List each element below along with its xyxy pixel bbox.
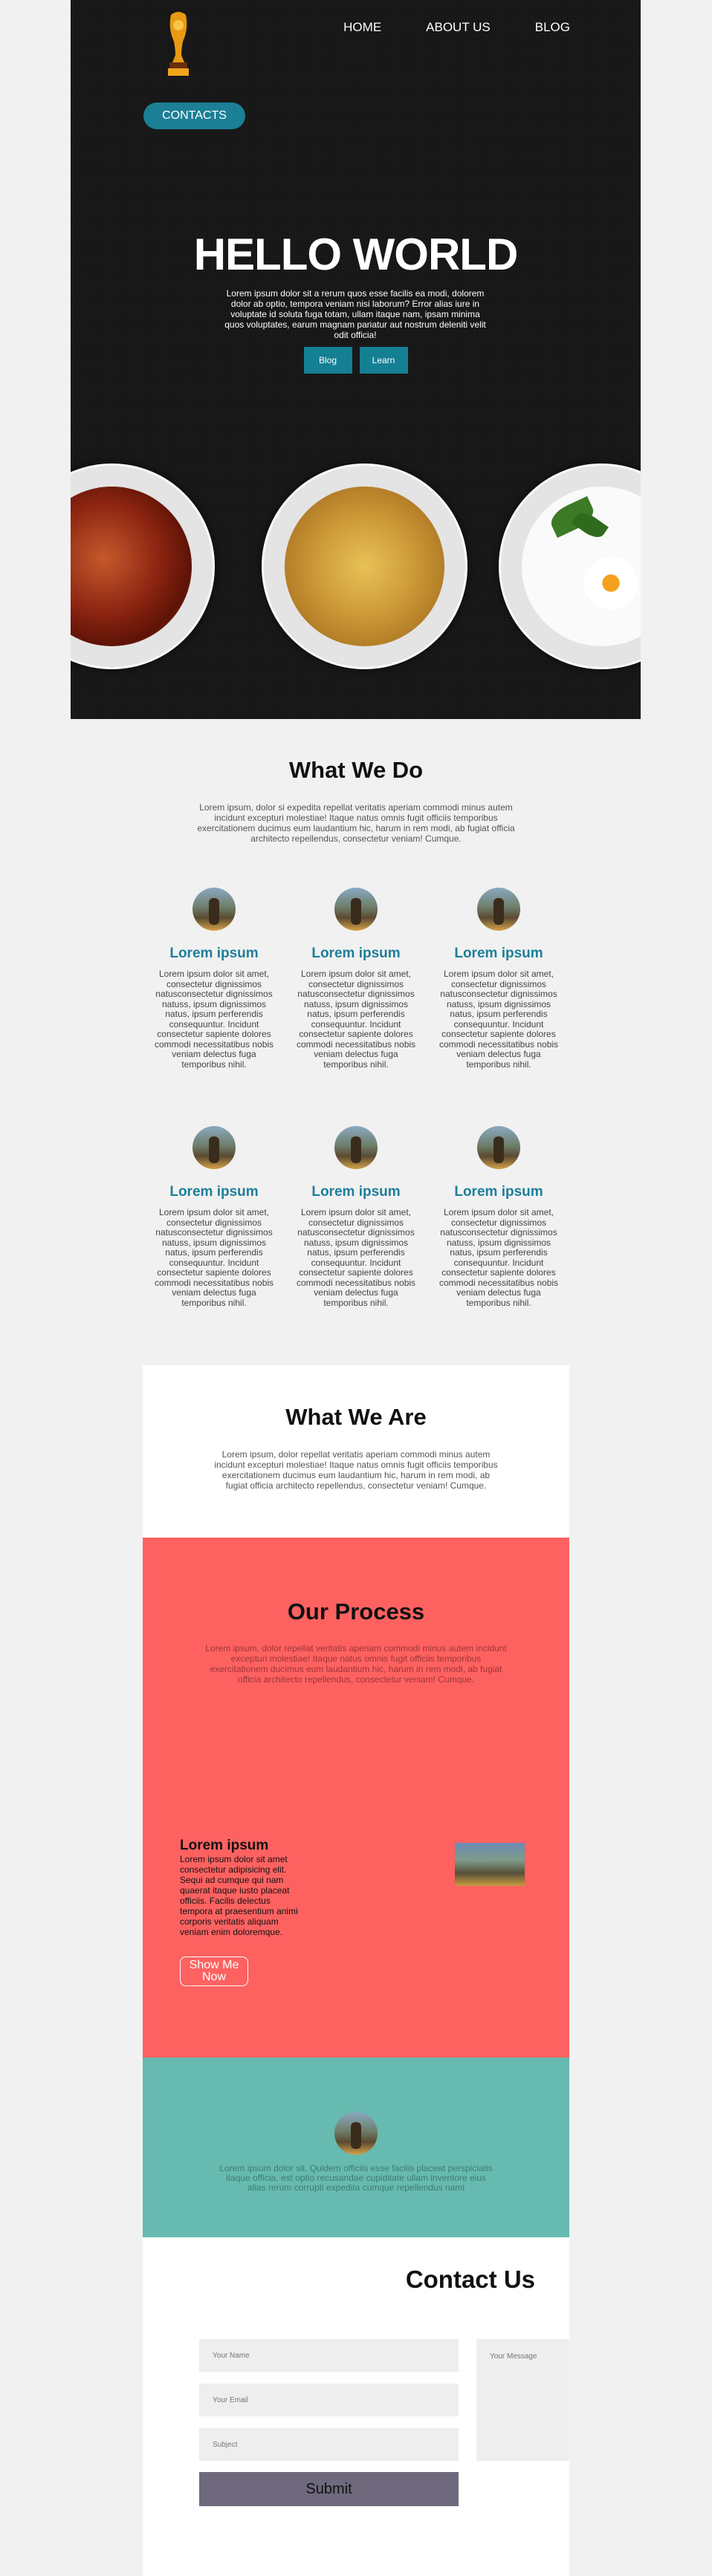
- feature-title: Lorem ipsum: [454, 1184, 543, 1200]
- testimonial-section: Lorem ipsum dolor sit. Quidem officiis e…: [143, 2058, 569, 2237]
- avatar: [192, 888, 236, 931]
- process-image: [455, 1843, 525, 1886]
- feature-title: Lorem ipsum: [169, 1184, 259, 1200]
- feature-text: Lorem ipsum dolor sit amet, consectetur …: [154, 969, 274, 1070]
- our-process-section: Our Process Lorem ipsum, dolor repellat …: [143, 1538, 569, 2058]
- feature-title: Lorem ipsum: [311, 1184, 401, 1200]
- email-field[interactable]: [199, 2384, 459, 2416]
- feature-text: Lorem ipsum dolor sit amet, consectetur …: [154, 1207, 274, 1308]
- learn-button[interactable]: Learn: [359, 347, 408, 374]
- name-field[interactable]: [199, 2339, 459, 2372]
- what-we-do-intro: Lorem ipsum, dolor si expedita repellat …: [197, 802, 515, 844]
- feature-text: Lorem ipsum dolor sit amet, consectetur …: [438, 969, 559, 1070]
- what-we-are-text: Lorem ipsum, dolor repellat veritatis ap…: [214, 1449, 498, 1491]
- feature-title: Lorem ipsum: [169, 946, 259, 961]
- process-heading: Lorem ipsum: [180, 1838, 269, 1853]
- avatar: [334, 2112, 378, 2155]
- hero-section: HOME ABOUT US BLOG CONTACTS HELLO WORLD …: [71, 0, 641, 719]
- our-process-title: Our Process: [287, 1598, 425, 1624]
- avatar: [477, 1126, 520, 1169]
- plate-image-pasta: [262, 464, 467, 669]
- our-process-intro: Lorem ipsum, dolor repellat veritatis ap…: [205, 1643, 507, 1685]
- feature-text: Lorem ipsum dolor sit amet, consectetur …: [296, 969, 416, 1070]
- avatar: [477, 888, 520, 931]
- nav-blog-link[interactable]: BLOG: [535, 20, 570, 35]
- plate-image-egg: [499, 464, 641, 669]
- avatar: [192, 1126, 236, 1169]
- hero-title: HELLO WORLD: [193, 230, 519, 279]
- nav-home-link[interactable]: HOME: [343, 20, 381, 35]
- contact-section: Contact Us Submit: [143, 2237, 569, 2576]
- message-field[interactable]: [476, 2339, 569, 2461]
- feature-card: Lorem ipsum Lorem ipsum dolor sit amet, …: [293, 888, 419, 1070]
- feature-text: Lorem ipsum dolor sit amet, consectetur …: [438, 1207, 559, 1308]
- hero-buttons: Blog Learn: [71, 347, 641, 374]
- nav-about-link[interactable]: ABOUT US: [426, 20, 491, 35]
- feature-text: Lorem ipsum dolor sit amet, consectetur …: [296, 1207, 416, 1308]
- top-nav: HOME ABOUT US BLOG: [343, 20, 570, 35]
- plate-image-soup: [71, 464, 215, 669]
- feature-card: Lorem ipsum Lorem ipsum dolor sit amet, …: [151, 888, 277, 1070]
- feature-card: Lorem ipsum Lorem ipsum dolor sit amet, …: [436, 888, 562, 1070]
- contacts-button[interactable]: CONTACTS: [143, 103, 245, 129]
- feature-card: Lorem ipsum Lorem ipsum dolor sit amet, …: [151, 1126, 277, 1308]
- feature-title: Lorem ipsum: [454, 946, 543, 961]
- what-we-are-title: What We Are: [285, 1404, 427, 1430]
- feature-title: Lorem ipsum: [311, 946, 401, 961]
- trophy-logo-icon[interactable]: [165, 9, 192, 79]
- testimonial-text: Lorem ipsum dolor sit. Quidem officiis e…: [219, 2163, 493, 2193]
- hero-description: Lorem ipsum dolor sit a rerum quos esse …: [224, 288, 486, 340]
- what-we-do-title: What We Do: [288, 757, 424, 783]
- subject-field[interactable]: [199, 2428, 459, 2461]
- contact-title: Contact Us: [405, 2266, 535, 2293]
- feature-card: Lorem ipsum Lorem ipsum dolor sit amet, …: [293, 1126, 419, 1308]
- blog-button[interactable]: Blog: [303, 347, 352, 374]
- show-me-now-button[interactable]: Show Me Now: [180, 1957, 248, 1986]
- what-we-are-section: What We Are Lorem ipsum, dolor repellat …: [143, 1365, 569, 1538]
- feature-card: Lorem ipsum Lorem ipsum dolor sit amet, …: [436, 1126, 562, 1308]
- process-text: Lorem ipsum dolor sit amet consectetur a…: [180, 1854, 298, 1937]
- submit-button[interactable]: Submit: [199, 2472, 459, 2506]
- avatar: [334, 888, 378, 931]
- avatar: [334, 1126, 378, 1169]
